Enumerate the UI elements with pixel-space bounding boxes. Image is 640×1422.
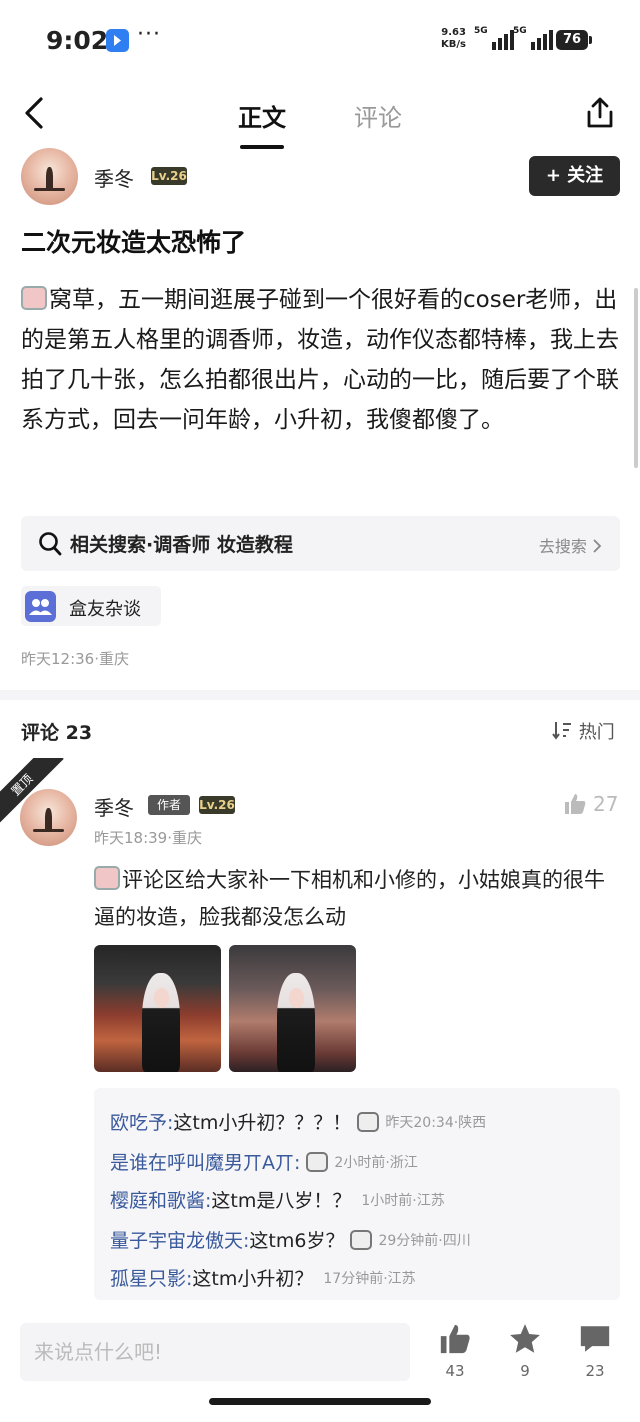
status-time: 9:02 xyxy=(46,26,109,55)
reply-meta: 1小时前·江苏 xyxy=(361,1192,445,1209)
like-button[interactable]: 43 xyxy=(435,1322,475,1380)
comment-photo-1[interactable] xyxy=(94,945,221,1072)
go-search-label: 去搜索 xyxy=(538,537,587,556)
sort-label: 热门 xyxy=(578,722,615,743)
reply-meta: 昨天20:34·陕西 xyxy=(385,1114,487,1131)
home-indicator[interactable] xyxy=(209,1398,431,1405)
emoji-icon xyxy=(94,866,120,890)
app-notification-icon xyxy=(106,29,129,52)
battery-icon: 76 xyxy=(556,30,592,50)
comment-like-button[interactable]: 27 xyxy=(563,792,618,816)
net-speed-unit: KB/s xyxy=(441,39,466,50)
star-icon xyxy=(510,1324,540,1353)
go-search-link[interactable]: 去搜索 xyxy=(539,533,602,557)
favorite-button[interactable]: 9 xyxy=(505,1322,545,1380)
thumbs-up-icon xyxy=(440,1324,470,1354)
reply-item[interactable]: 是谁在呼叫魔男丌A丌: 2小时前·浙江 xyxy=(110,1148,418,1175)
comment-author-avatar[interactable] xyxy=(20,789,77,846)
comment-meta: 昨天18:39·重庆 xyxy=(94,829,202,847)
signal-1-label: 5G xyxy=(474,26,488,36)
topic-tag[interactable]: 盒友杂谈 xyxy=(21,586,161,626)
author-badge: 作者 xyxy=(148,795,190,815)
chevron-left-icon xyxy=(25,97,43,129)
share-button[interactable] xyxy=(584,96,616,130)
net-speed: 9.63 KB/s xyxy=(441,27,466,51)
post-body: 窝草，五一期间逛展子碰到一个很好看的coser老师，出的是第五人格里的调香师，妆… xyxy=(21,280,621,440)
reply-item[interactable]: 欧吃予: 这tm小升初？？？！ 昨天20:34·陕西 xyxy=(110,1108,486,1135)
post-title: 二次元妆造太恐怖了 xyxy=(21,228,247,257)
sort-icon xyxy=(552,722,571,740)
status-bar: 9:02 ··· 9.63 KB/s 5G 5G 76 xyxy=(0,0,640,82)
like-count: 43 xyxy=(445,1362,465,1380)
share-icon xyxy=(587,97,613,128)
comment-author-name[interactable]: 季冬 xyxy=(94,792,134,821)
signal-icon-2: 5G xyxy=(513,26,553,50)
reply-text: 这tm是八岁！？ xyxy=(211,1190,352,1212)
author-name[interactable]: 季冬 xyxy=(94,163,134,192)
comment-text: 评论区给大家补一下相机和小修的，小姑娘真的很牛逼的妆造，脸我都没怎么动 xyxy=(94,868,605,929)
comments-button[interactable]: 23 xyxy=(575,1322,615,1380)
reply-item[interactable]: 量子宇宙龙傲天: 这tm6岁？ 29分钟前·四川 xyxy=(110,1226,471,1253)
reply-text: 这tm小升初？？？！ xyxy=(173,1112,352,1134)
author-avatar[interactable] xyxy=(21,148,78,205)
reply-meta: 29分钟前·四川 xyxy=(378,1232,471,1249)
related-search-text: 相关搜索·调香师 妆造教程 xyxy=(70,534,293,556)
comments-count-header: 评论 23 xyxy=(21,722,93,744)
reply-user[interactable]: 樱庭和歌酱: xyxy=(110,1186,211,1213)
comment-input[interactable]: 来说点什么吧! xyxy=(20,1323,410,1381)
reply-user[interactable]: 量子宇宙龙傲天: xyxy=(110,1226,249,1253)
topic-tag-label: 盒友杂谈 xyxy=(69,599,141,620)
emoji-icon xyxy=(21,286,47,310)
reply-item[interactable]: 樱庭和歌酱: 这tm是八岁！？ 1小时前·江苏 xyxy=(110,1186,445,1213)
emoji-icon xyxy=(357,1111,380,1132)
author-level-badge: Lv.26 xyxy=(151,167,187,185)
comment-photo-2[interactable] xyxy=(229,945,356,1072)
reply-meta: 2小时前·浙江 xyxy=(334,1154,418,1171)
signal-icon-1: 5G xyxy=(474,26,514,50)
sort-button[interactable]: 热门 xyxy=(551,718,615,744)
post-author-row: 季冬 Lv.26 + 关注 xyxy=(0,148,640,208)
reply-item[interactable]: 孤星只影: 这tm小升初？ 17分钟前·江苏 xyxy=(110,1264,416,1291)
comment-bubble-icon xyxy=(580,1326,610,1352)
more-notifications-icon: ··· xyxy=(137,22,161,47)
follow-button[interactable]: + 关注 xyxy=(529,156,620,196)
net-speed-value: 9.63 xyxy=(441,27,466,38)
back-button[interactable] xyxy=(22,96,48,130)
thumbs-up-icon xyxy=(565,794,586,814)
reply-text: 这tm小升初？ xyxy=(192,1268,314,1290)
section-divider xyxy=(0,690,640,700)
group-icon xyxy=(25,591,56,622)
reply-text: 这tm6岁？ xyxy=(249,1230,345,1252)
comment-count: 23 xyxy=(585,1362,605,1380)
comment-like-count: 27 xyxy=(593,792,619,816)
reply-user[interactable]: 是谁在呼叫魔男丌A丌: xyxy=(110,1148,300,1175)
reply-meta: 17分钟前·江苏 xyxy=(323,1270,416,1287)
tab-comments[interactable]: 评论 xyxy=(354,98,402,133)
emoji-icon xyxy=(350,1229,373,1250)
search-icon xyxy=(39,532,62,556)
bottom-action-bar: 来说点什么吧! 43 9 23 xyxy=(0,1310,640,1422)
chevron-right-icon xyxy=(593,539,602,553)
post-meta: 昨天12:36·重庆 xyxy=(21,650,129,668)
related-search-bar[interactable]: 相关搜索·调香师 妆造教程 去搜索 xyxy=(21,516,620,571)
signal-2-label: 5G xyxy=(513,26,527,36)
post-body-text: 窝草，五一期间逛展子碰到一个很好看的coser老师，出的是第五人格里的调香师，妆… xyxy=(21,287,619,433)
emoji-icon xyxy=(306,1151,329,1172)
reply-user[interactable]: 欧吃予: xyxy=(110,1108,173,1135)
tab-article[interactable]: 正文 xyxy=(238,98,286,149)
favorite-count: 9 xyxy=(520,1362,530,1380)
top-nav: 正文 评论 xyxy=(0,82,640,149)
comment-body: 评论区给大家补一下相机和小修的，小姑娘真的很牛逼的妆造，脸我都没怎么动 xyxy=(94,862,614,936)
comment-author-level-badge: Lv.26 xyxy=(199,796,235,814)
scrollbar[interactable] xyxy=(634,288,638,468)
replies-box: 欧吃予: 这tm小升初？？？！ 昨天20:34·陕西 是谁在呼叫魔男丌A丌: 2… xyxy=(94,1088,620,1300)
reply-user[interactable]: 孤星只影: xyxy=(110,1264,192,1291)
